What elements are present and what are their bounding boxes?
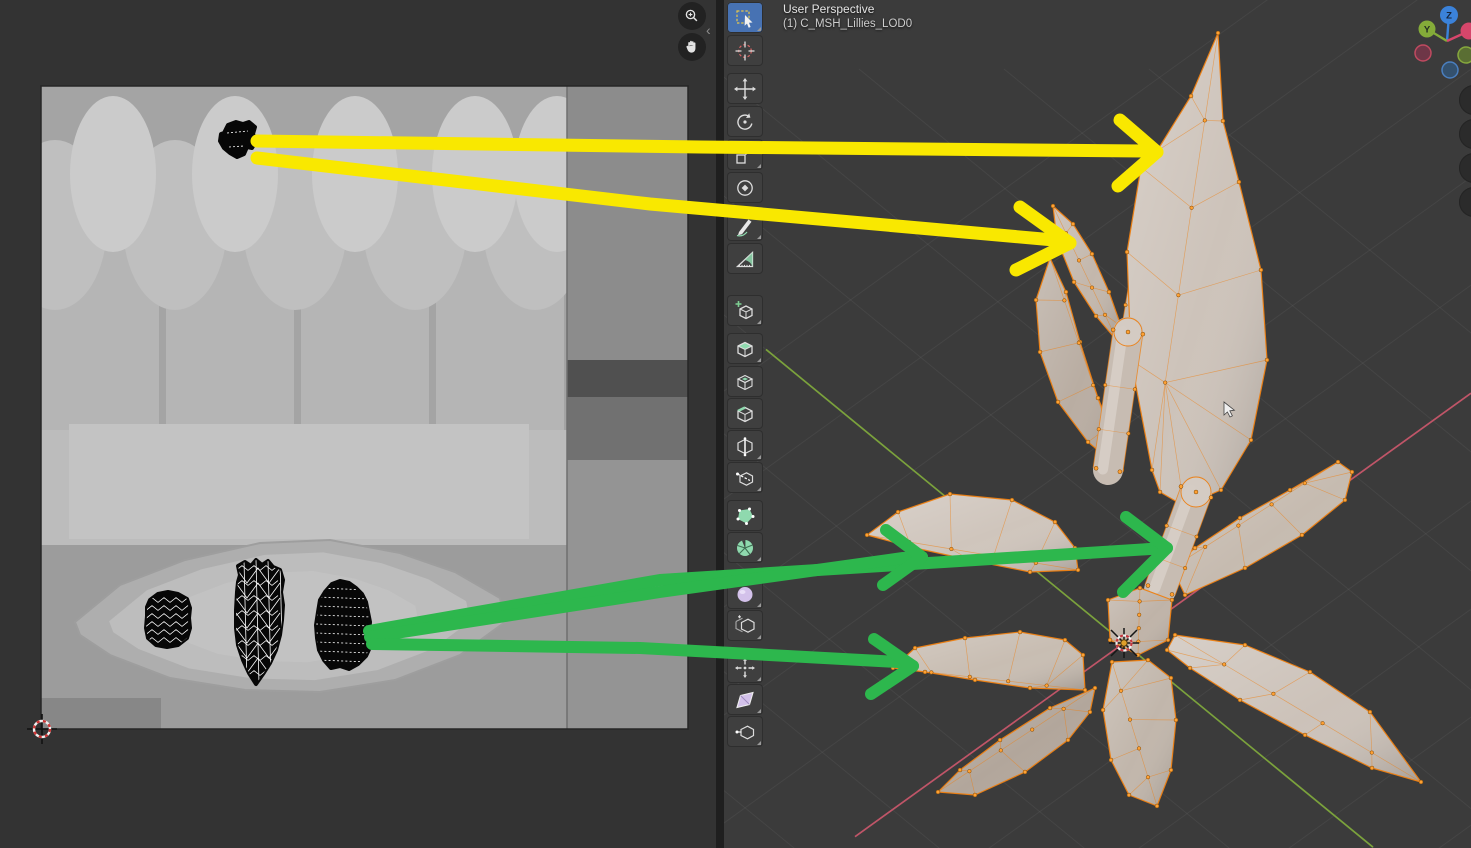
tool-button-transform[interactable] <box>727 172 763 203</box>
spin-icon <box>737 539 753 556</box>
tool-button-scale[interactable] <box>727 139 763 170</box>
tool-button-rotate[interactable] <box>727 106 763 137</box>
scale-icon <box>736 146 753 164</box>
tool-options-corner <box>757 358 761 362</box>
inset-icon <box>736 374 754 390</box>
tool-button-shear[interactable] <box>727 684 763 715</box>
annotate-icon <box>736 219 752 236</box>
bevel-icon <box>737 405 753 422</box>
tool-button-edge-slide[interactable] <box>727 610 763 641</box>
measure-icon <box>735 250 754 267</box>
edge-slide-icon <box>735 614 755 633</box>
tool-options-corner <box>757 164 761 168</box>
shrink-fatten-icon <box>735 657 755 678</box>
tool-button-move[interactable] <box>727 73 763 104</box>
tool-button-inset[interactable] <box>727 366 763 397</box>
pan-hand-button[interactable] <box>678 33 706 61</box>
blender-window: User Perspective (1) C_MSH_Lillies_LOD0 … <box>0 0 1471 848</box>
tool-button-bevel[interactable] <box>727 398 763 429</box>
viewport-3d[interactable] <box>718 0 1471 848</box>
cursor-3d-icon <box>735 41 755 60</box>
tool-button-add-cube[interactable] <box>727 295 763 326</box>
tool-options-corner <box>757 320 761 324</box>
transform-icon <box>737 179 753 196</box>
tool-options-corner <box>757 677 761 681</box>
move-icon <box>734 77 756 100</box>
select-box-icon <box>736 9 753 28</box>
zoom-in-icon <box>685 9 698 22</box>
rip-region-icon <box>735 725 755 739</box>
editor-divider[interactable] <box>716 0 724 848</box>
uv-image-editor[interactable] <box>0 0 716 848</box>
tool-button-extrude[interactable] <box>727 333 763 364</box>
rotate-icon <box>737 112 753 130</box>
loop-cut-icon <box>737 436 753 456</box>
tool-options-corner <box>757 603 761 607</box>
tool-button-rip-region[interactable] <box>727 716 763 747</box>
tool-options-corner <box>757 455 761 459</box>
tool-button-spin[interactable] <box>727 532 763 563</box>
tool-button-smooth[interactable] <box>727 578 763 609</box>
tool-button-knife[interactable] <box>727 462 763 493</box>
tool-button-shrink-fatten[interactable] <box>727 652 763 683</box>
tool-options-corner <box>757 741 761 745</box>
add-cube-icon <box>735 300 753 319</box>
smooth-icon <box>737 586 753 602</box>
tool-options-corner <box>757 487 761 491</box>
tool-button-loop-cut[interactable] <box>727 430 763 461</box>
pan-hand-icon <box>686 40 696 53</box>
tool-options-corner <box>757 557 761 561</box>
tool-button-measure[interactable] <box>727 243 763 274</box>
tool-button-annotate[interactable] <box>727 210 763 241</box>
tool-button-select-box[interactable] <box>727 2 763 33</box>
knife-icon <box>736 471 754 486</box>
tool-options-corner <box>757 27 761 31</box>
tool-options-corner <box>757 635 761 639</box>
tool-options-corner <box>757 235 761 239</box>
tool-button-poly-build[interactable] <box>727 500 763 531</box>
zoom-in-button[interactable] <box>678 2 706 30</box>
extrude-icon <box>737 341 753 357</box>
tool-button-cursor-3d[interactable] <box>727 35 763 66</box>
poly-build-icon <box>736 507 755 525</box>
shear-icon <box>736 691 754 708</box>
tool-options-corner <box>757 709 761 713</box>
